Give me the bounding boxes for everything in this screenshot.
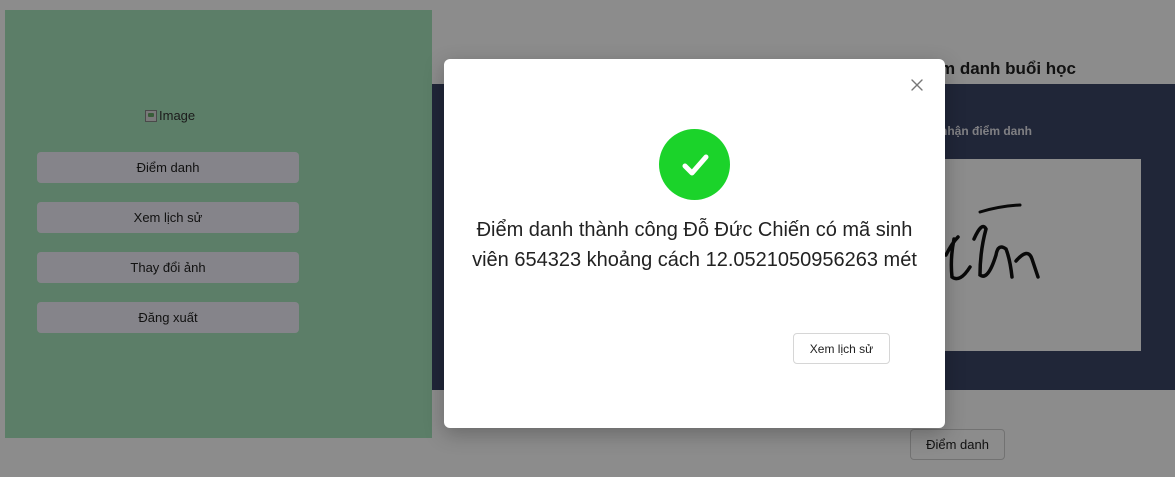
close-icon[interactable] bbox=[907, 75, 927, 95]
success-modal: Điểm danh thành công Đỗ Đức Chiến có mã … bbox=[444, 59, 945, 428]
check-circle-icon bbox=[659, 129, 730, 200]
view-history-modal-button[interactable]: Xem lịch sử bbox=[793, 333, 890, 364]
modal-message: Điểm danh thành công Đỗ Đức Chiến có mã … bbox=[472, 219, 917, 271]
